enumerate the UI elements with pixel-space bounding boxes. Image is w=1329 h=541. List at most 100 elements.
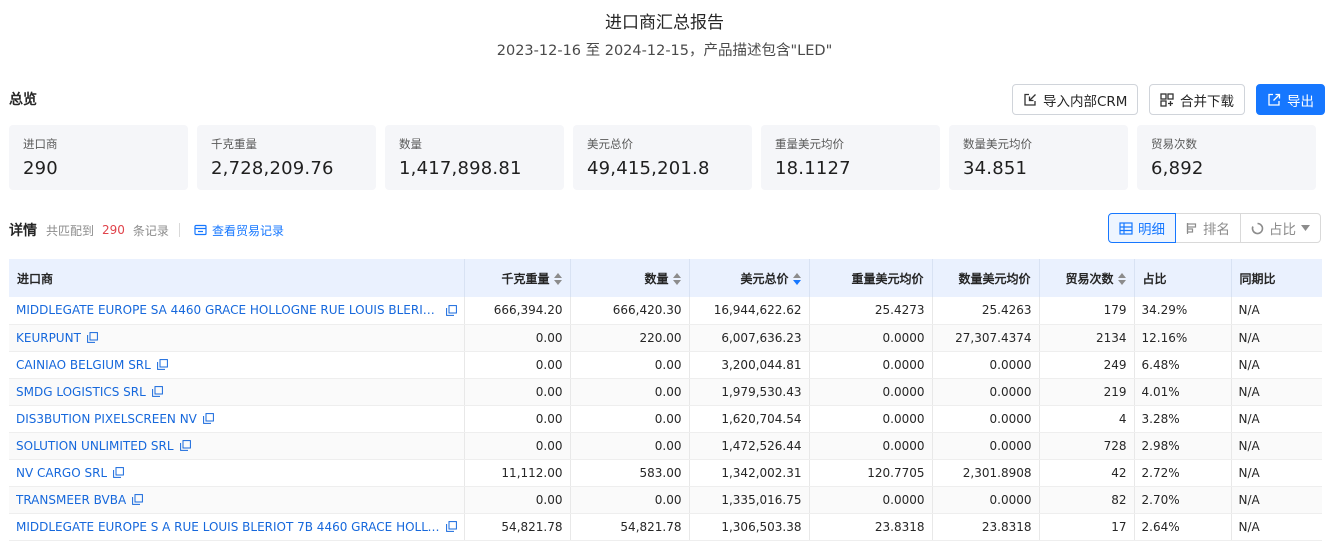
importer-name-link[interactable]: MIDDLEGATE EUROPE SA 4460 GRACE HOLLOGNE… [16,303,440,317]
importer-cell[interactable]: KEURPUNT [9,324,465,352]
cell-quantity: 54,821.78 [570,513,690,541]
col-weight-avg-label: 重量美元均价 [851,271,924,286]
cell-trade-count: 82 [1039,486,1135,514]
cell-quantity-avg-price: 0.0000 [932,351,1040,379]
copy-icon[interactable] [202,413,214,424]
stat-value: 290 [23,158,58,179]
cell-total-usd: 1,342,002.31 [689,459,810,487]
cell-quantity-avg-price: 0.0000 [932,432,1040,460]
divider [178,223,180,237]
cell-quantity: 0.00 [570,432,690,460]
stat-card-quantity: 数量 1,417,898.81 [385,125,564,190]
stat-value: 34.851 [963,158,1028,179]
cell-trade-count: 42 [1039,459,1135,487]
cell-yoy: N/A [1231,351,1322,379]
merge-download-button[interactable]: 合并下载 [1149,84,1245,115]
importer-cell[interactable]: SOLUTION UNLIMITED SRL [9,432,465,460]
importer-name-link[interactable]: MIDDLEGATE EUROPE S A RUE LOUIS BLERIOT … [16,520,440,534]
copy-icon[interactable] [151,386,163,397]
cell-weight-avg-price: 23.8318 [809,513,933,541]
importer-name-link[interactable]: SOLUTION UNLIMITED SRL [16,439,174,453]
importer-cell[interactable]: DIS3BUTION PIXELSCREEN NV [9,405,465,433]
col-quantity[interactable]: 数量 [570,259,690,297]
copy-icon[interactable] [179,440,191,451]
view-rank-tab[interactable]: 排名 [1175,213,1241,243]
col-share: 占比 [1134,259,1232,297]
cell-share: 3.28% [1134,405,1232,433]
cell-trade-count: 728 [1039,432,1135,460]
col-trade-count[interactable]: 贸易次数 [1039,259,1135,297]
cell-total-usd: 16,944,622.62 [689,297,810,325]
col-total-usd[interactable]: 美元总价 [689,259,810,297]
export-button[interactable]: 导出 [1256,84,1325,115]
table-header-row: 进口商 千克重量 数量 美元总价 重量美元均价 数量美元均价 贸易次数 占比 同… [9,259,1322,297]
importer-cell[interactable]: NV CARGO SRL [9,459,465,487]
col-weight[interactable]: 千克重量 [464,259,571,297]
stats-row: 进口商 290 千克重量 2,728,209.76 数量 1,417,898.8… [9,125,1316,190]
copy-icon[interactable] [445,521,457,532]
cell-yoy: N/A [1231,378,1322,406]
stat-label: 进口商 [23,137,58,151]
importer-cell[interactable]: MIDDLEGATE EUROPE SA 4460 GRACE HOLLOGNE… [9,297,465,325]
cell-total-usd: 1,620,704.54 [689,405,810,433]
grid-icon [1119,221,1133,235]
stat-value: 1,417,898.81 [399,158,522,179]
col-importer: 进口商 [9,259,465,297]
view-trade-records-link[interactable]: 查看贸易记录 [194,222,284,239]
copy-icon[interactable] [445,304,457,316]
col-share-label: 占比 [1142,271,1167,286]
importer-cell[interactable]: SMDG LOGISTICS SRL [9,378,465,406]
importer-name-link[interactable]: TRANSMEER BVBA [16,493,126,507]
cell-trade-count: 179 [1039,297,1135,325]
col-quantity-avg-label: 数量美元均价 [958,271,1031,286]
report-title: 进口商汇总报告 [605,13,724,33]
sort-icon [1117,273,1126,285]
copy-icon[interactable] [132,494,144,505]
cell-quantity-avg-price: 0.0000 [932,486,1040,514]
cell-weight: 11,112.00 [464,459,571,487]
cell-yoy: N/A [1231,432,1322,460]
cell-total-usd: 1,472,526.44 [689,432,810,460]
importer-cell[interactable]: MIDDLEGATE EUROPE S A RUE LOUIS BLERIOT … [9,513,465,541]
cell-quantity: 666,420.30 [570,297,690,325]
importer-name-link[interactable]: NV CARGO SRL [16,466,107,480]
cell-weight: 0.00 [464,324,571,352]
importer-name-link[interactable]: DIS3BUTION PIXELSCREEN NV [16,412,197,426]
stat-card-weight-avg-price: 重量美元均价 18.1127 [761,125,940,190]
cell-trade-count: 2134 [1039,324,1135,352]
sort-desc-icon [792,273,801,285]
copy-icon[interactable] [156,359,168,370]
view-detail-tab[interactable]: 明细 [1108,213,1176,243]
table-row: TRANSMEER BVBA 0.00 0.00 1,335,016.75 0.0000… [9,486,1322,514]
importer-cell[interactable]: TRANSMEER BVBA [9,486,465,514]
import-crm-button[interactable]: 导入内部CRM [1012,84,1139,115]
stat-label: 贸易次数 [1151,137,1197,151]
cell-trade-count: 4 [1039,405,1135,433]
stat-card-total-usd: 美元总价 49,415,201.8 [573,125,752,190]
stat-value: 18.1127 [775,158,851,179]
col-quantity-avg-price: 数量美元均价 [932,259,1040,297]
importer-name-link[interactable]: CAINIAO BELGIUM SRL [16,358,151,372]
detail-label: 详情 [9,223,37,239]
view-share-label: 占比 [1269,222,1296,238]
cell-share: 34.29% [1134,297,1232,325]
table-row: SOLUTION UNLIMITED SRL 0.00 0.00 1,472,526.… [9,432,1322,460]
importer-name-link[interactable]: KEURPUNT [16,331,81,345]
view-share-tab[interactable]: 占比 [1240,213,1321,243]
importer-name-link[interactable]: SMDG LOGISTICS SRL [16,385,146,399]
col-weight-avg-price: 重量美元均价 [809,259,933,297]
importer-cell-content: NV CARGO SRL [16,466,457,480]
stat-value: 2,728,209.76 [211,158,334,179]
cell-weight-avg-price: 25.4273 [809,297,933,325]
importer-cell[interactable]: CAINIAO BELGIUM SRL [9,351,465,379]
copy-icon[interactable] [113,467,125,478]
col-trade-count-label: 贸易次数 [1065,271,1114,286]
copy-icon[interactable] [87,332,98,343]
table-row: MIDDLEGATE EUROPE SA 4460 GRACE HOLLOGNE… [9,297,1322,325]
cell-weight-avg-price: 0.0000 [809,486,933,514]
stat-label: 重量美元均价 [775,137,844,151]
cell-trade-count: 249 [1039,351,1135,379]
cell-weight-avg-price: 0.0000 [809,378,933,406]
import-icon [1024,93,1036,106]
cell-share: 2.70% [1134,486,1232,514]
